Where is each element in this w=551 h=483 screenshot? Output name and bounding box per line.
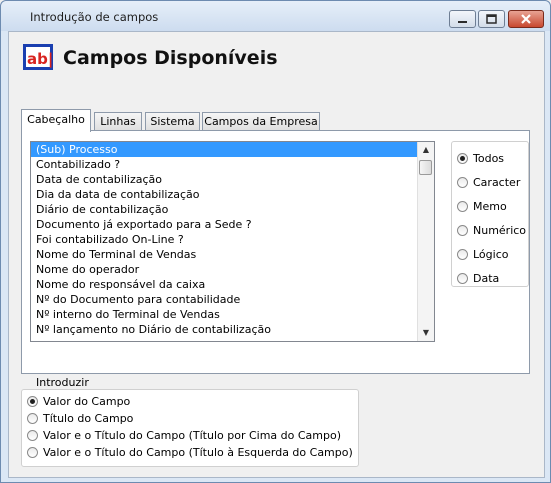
type-filter-radio[interactable]: Data bbox=[457, 272, 499, 285]
introduzir-radio[interactable]: Título do Campo bbox=[27, 412, 133, 425]
introduzir-radio[interactable]: Valor e o Título do Campo (Título à Esqu… bbox=[27, 446, 353, 459]
scroll-down-button[interactable]: ▼ bbox=[418, 325, 434, 341]
tab-cabecalho[interactable]: Cabeçalho bbox=[21, 109, 91, 132]
tab-campos-da-empresa[interactable]: Campos da Empresa bbox=[202, 112, 320, 131]
introduzir-radio-label: Valor e o Título do Campo (Título por Ci… bbox=[43, 429, 342, 442]
list-item[interactable]: Nº do Documento para contabilidade bbox=[31, 292, 434, 307]
fields-list-items: (Sub) Processo Contabilizado ? Data de con… bbox=[31, 142, 434, 337]
minimize-icon bbox=[458, 21, 467, 23]
tab-sistema[interactable]: Sistema bbox=[145, 112, 200, 131]
triangle-down-icon: ▼ bbox=[422, 328, 430, 337]
list-item[interactable]: Nº lançamento no Diário de contabilizaçã… bbox=[31, 322, 434, 337]
close-button[interactable] bbox=[508, 10, 544, 28]
minimize-button[interactable] bbox=[449, 10, 476, 28]
list-item[interactable]: Diário de contabilização bbox=[31, 202, 434, 217]
scroll-up-button[interactable]: ▲ bbox=[418, 142, 434, 158]
radio-circle-icon[interactable] bbox=[27, 413, 38, 424]
list-item[interactable]: Documento já exportado para a Sede ? bbox=[31, 217, 434, 232]
field-logo-icon: ab| bbox=[23, 44, 53, 70]
introduzir-group: Valor do Campo Título do Campo Valor e o T… bbox=[21, 389, 359, 467]
list-item[interactable]: Data de contabilização bbox=[31, 172, 434, 187]
list-item[interactable]: Nome do responsável da caixa bbox=[31, 277, 434, 292]
type-filter-radio[interactable]: Lógico bbox=[457, 248, 508, 261]
type-filter-radio-label: Numérico bbox=[473, 224, 527, 237]
radio-circle-icon[interactable] bbox=[457, 153, 468, 164]
radio-circle-icon[interactable] bbox=[457, 177, 468, 188]
triangle-up-icon: ▲ bbox=[422, 145, 430, 154]
introduzir-radio-label: Valor do Campo bbox=[43, 395, 131, 408]
radio-circle-icon[interactable] bbox=[457, 201, 468, 212]
type-filter-radio[interactable]: Todos bbox=[457, 152, 504, 165]
type-filter-radio-label: Caracter bbox=[473, 176, 521, 189]
type-filter-radio-label: Todos bbox=[473, 152, 505, 165]
list-item[interactable]: Dia da data de contabilização bbox=[31, 187, 434, 202]
maximize-icon bbox=[486, 14, 497, 24]
list-item[interactable]: Contabilizado ? bbox=[31, 157, 434, 172]
type-filter-radio[interactable]: Caracter bbox=[457, 176, 520, 189]
list-item[interactable]: Foi contabilizado On-Line ? bbox=[31, 232, 434, 247]
list-item[interactable]: Nº interno do Terminal de Vendas bbox=[31, 307, 434, 322]
fields-list[interactable]: (Sub) Processo Contabilizado ? Data de con… bbox=[30, 141, 435, 342]
introduzir-radio[interactable]: Valor do Campo bbox=[27, 395, 130, 408]
introduzir-label: Introduzir bbox=[36, 376, 89, 389]
dialog-body: ab| Campos Disponíveis Cabeçalho Linhas … bbox=[8, 31, 545, 478]
maximize-button[interactable] bbox=[478, 10, 505, 28]
radio-circle-icon[interactable] bbox=[27, 447, 38, 458]
radio-circle-icon[interactable] bbox=[457, 225, 468, 236]
introduzir-radio-label: Título do Campo bbox=[43, 412, 134, 425]
list-item[interactable]: Nome do operador bbox=[31, 262, 434, 277]
radio-circle-icon[interactable] bbox=[27, 396, 38, 407]
type-filter-radio-label: Memo bbox=[473, 200, 507, 213]
type-filter-radio[interactable]: Numérico bbox=[457, 224, 526, 237]
type-filter-radio-label: Lógico bbox=[473, 248, 509, 261]
window-title: Introdução de campos bbox=[30, 10, 159, 24]
radio-circle-icon[interactable] bbox=[457, 249, 468, 260]
title-bar[interactable]: Introdução de campos bbox=[1, 1, 550, 31]
page-title: Campos Disponíveis bbox=[63, 47, 278, 69]
close-icon bbox=[521, 14, 531, 24]
list-item[interactable]: (Sub) Processo bbox=[31, 142, 434, 157]
tab-linhas[interactable]: Linhas bbox=[94, 112, 142, 131]
scroll-thumb[interactable] bbox=[419, 160, 432, 175]
list-item[interactable]: Nome do Terminal de Vendas bbox=[31, 247, 434, 262]
type-filter-group: Todos Caracter Memo Numérico Lógico Data bbox=[451, 141, 529, 287]
radio-circle-icon[interactable] bbox=[457, 273, 468, 284]
type-filter-radio-label: Data bbox=[473, 272, 500, 285]
dialog-window: Introdução de campos ab| Campos Disponív… bbox=[0, 0, 551, 483]
radio-circle-icon[interactable] bbox=[27, 430, 38, 441]
tab-panel: (Sub) Processo Contabilizado ? Data de con… bbox=[21, 130, 530, 374]
vertical-scrollbar[interactable]: ▲ ▼ bbox=[417, 142, 434, 341]
logo-text: ab| bbox=[27, 50, 53, 69]
introduzir-radio[interactable]: Valor e o Título do Campo (Título por Ci… bbox=[27, 429, 341, 442]
type-filter-radio[interactable]: Memo bbox=[457, 200, 507, 213]
introduzir-radio-label: Valor e o Título do Campo (Título à Esqu… bbox=[43, 446, 353, 459]
